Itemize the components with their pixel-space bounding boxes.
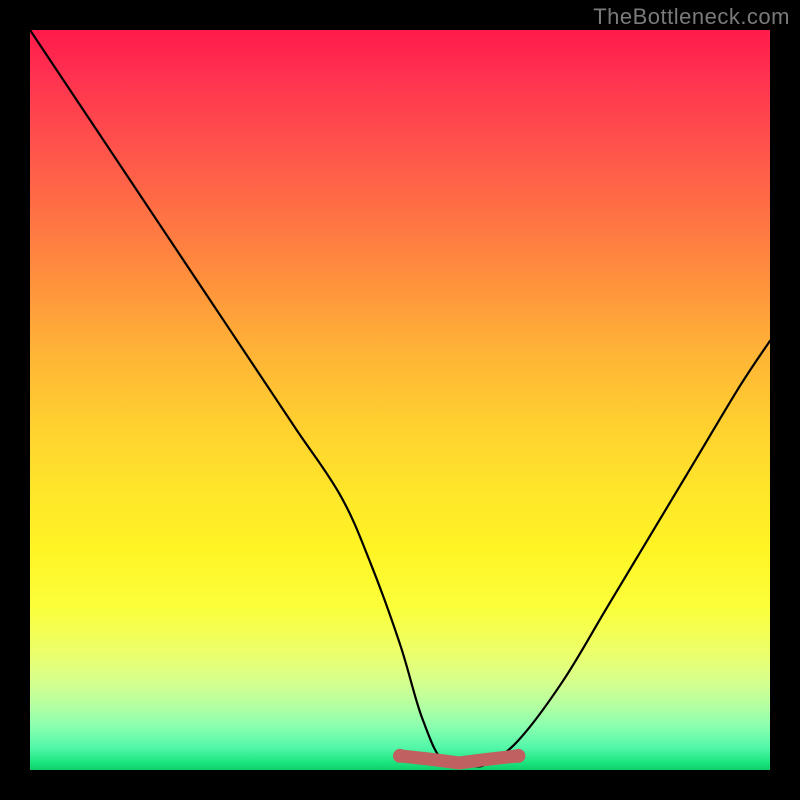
chart-frame: TheBottleneck.com (0, 0, 800, 800)
highlight-dot-left (393, 749, 407, 763)
plot-area (30, 30, 770, 770)
curve-layer (30, 30, 770, 770)
highlight-dot-right (511, 749, 525, 763)
bottleneck-curve (30, 30, 770, 768)
highlight-band (400, 756, 518, 763)
watermark-text: TheBottleneck.com (593, 4, 790, 30)
